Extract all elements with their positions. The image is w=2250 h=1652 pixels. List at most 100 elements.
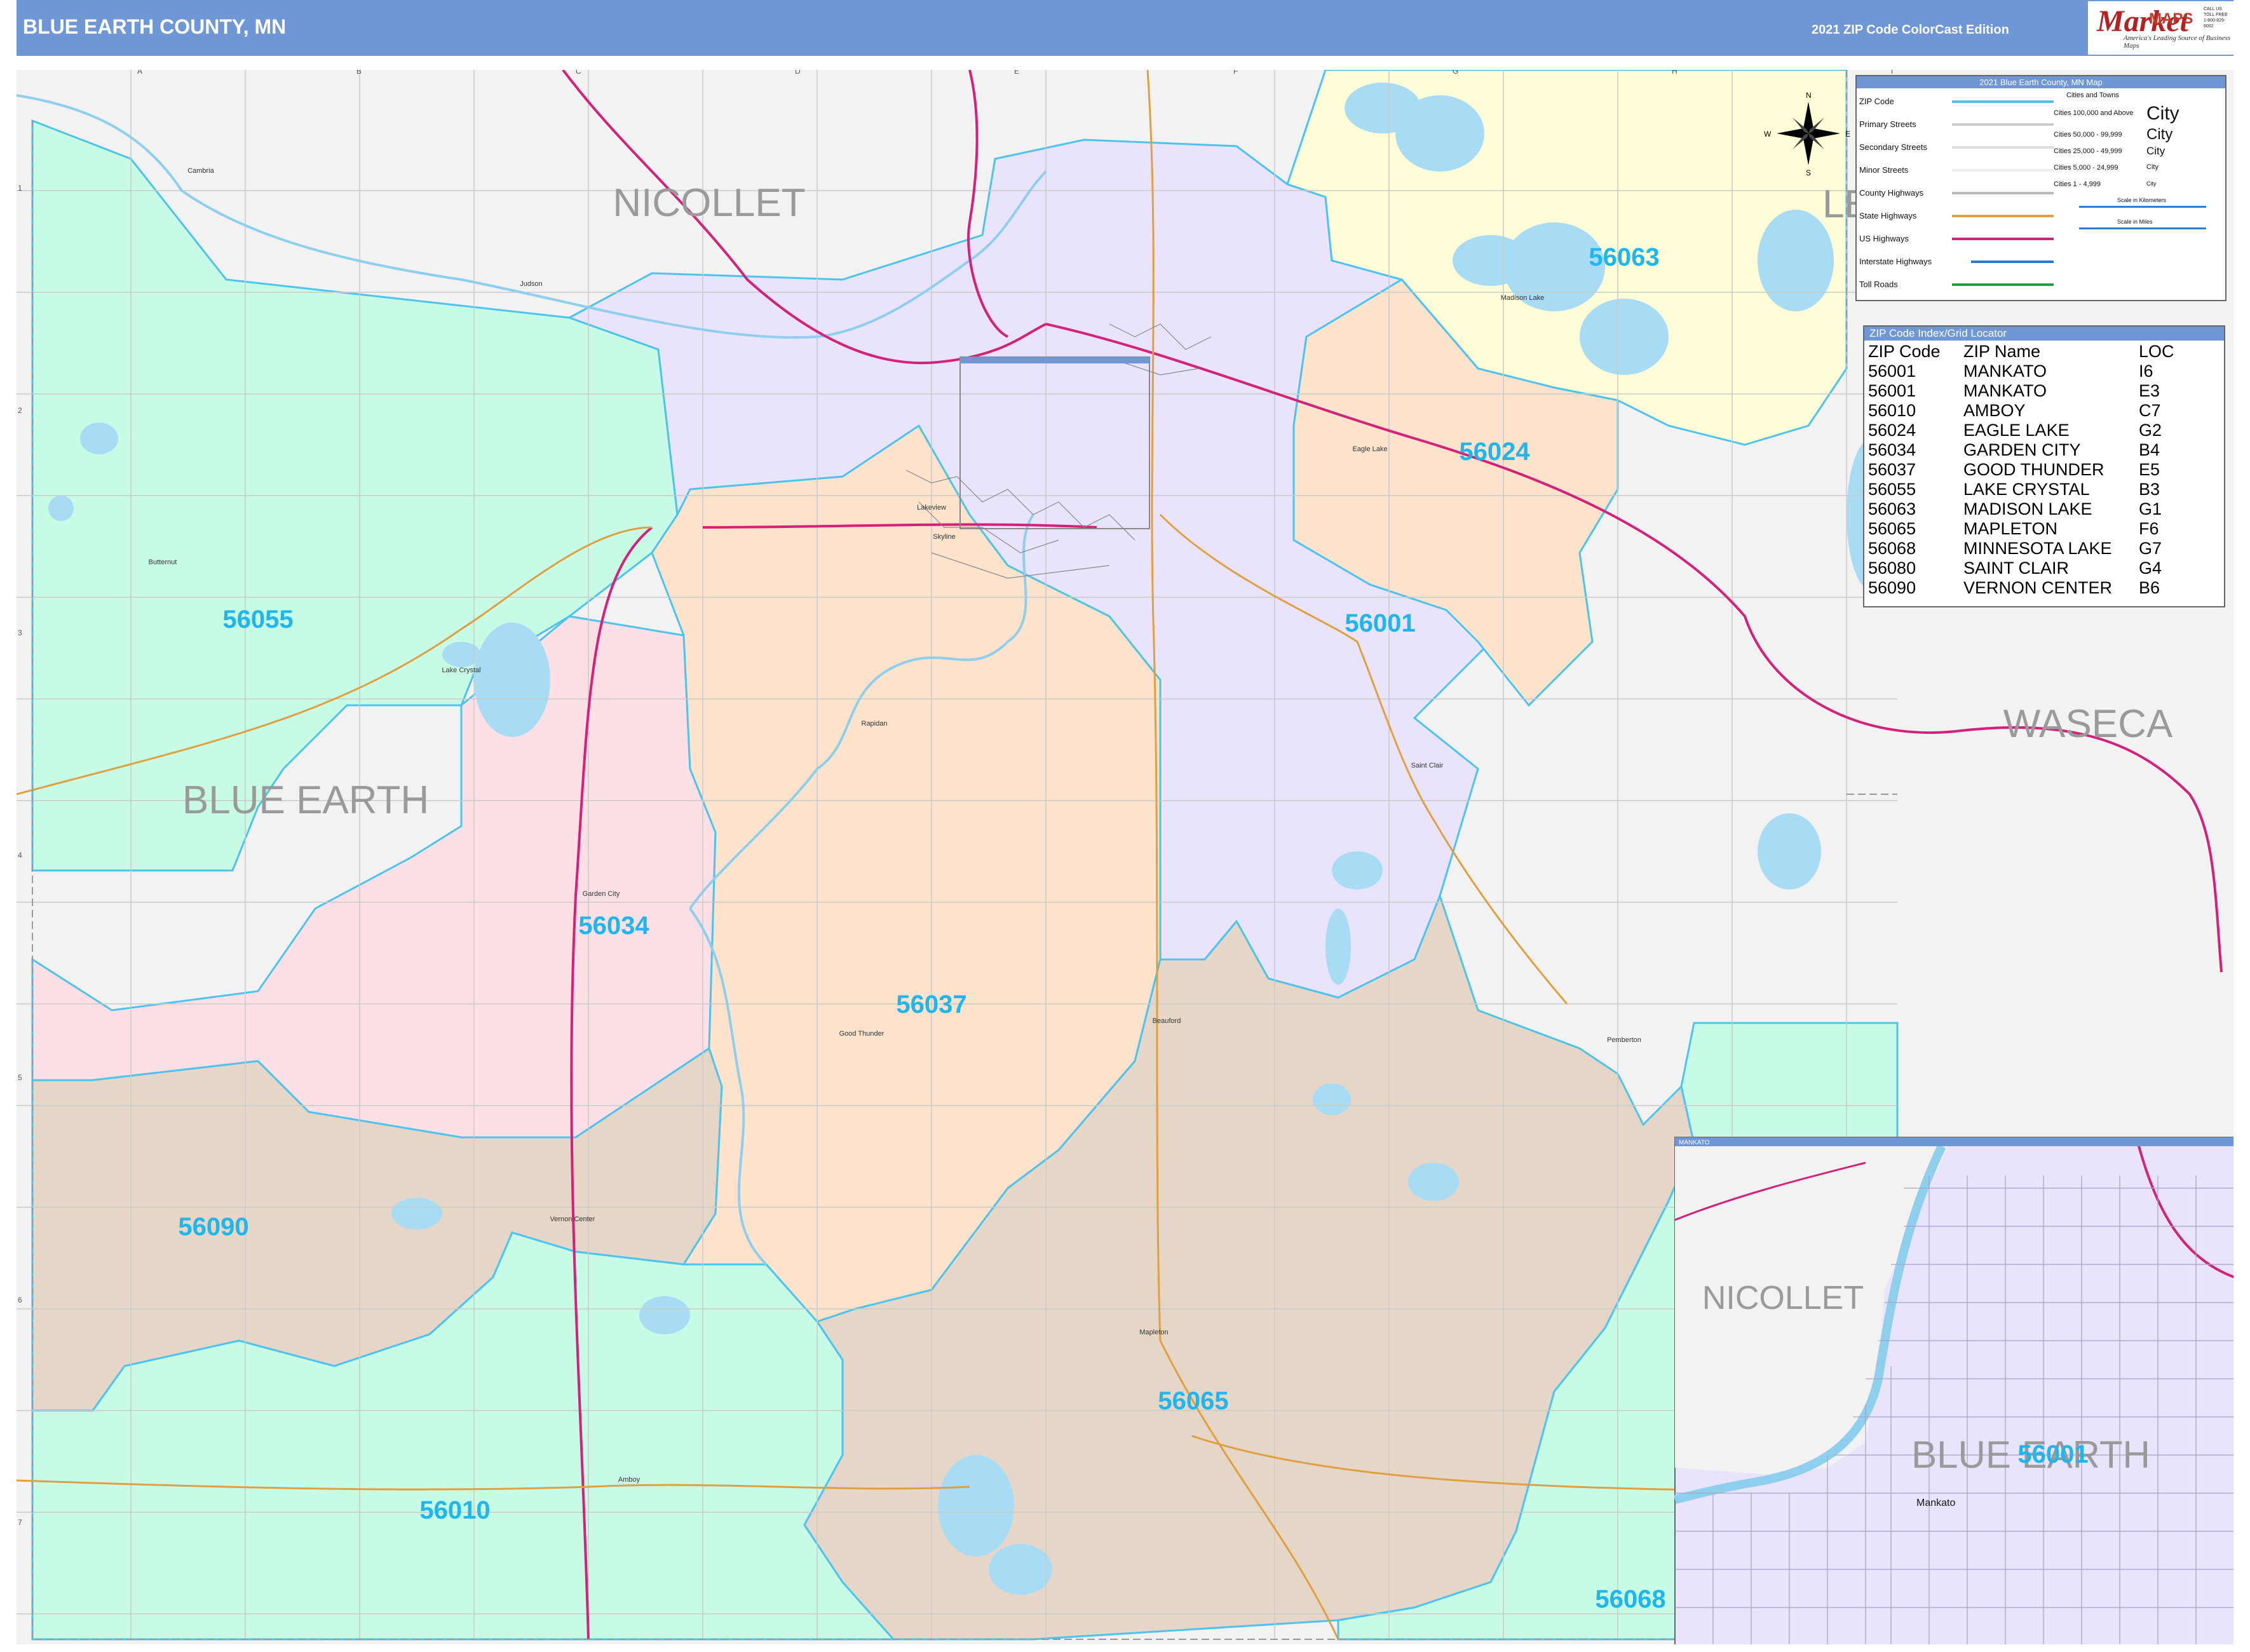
table-row[interactable]: 56065 MAPLETON F6	[1868, 519, 2174, 539]
town-skyline: Skyline	[933, 533, 955, 541]
table-row[interactable]: 56090 VERNON CENTER B6	[1868, 578, 2174, 598]
table-row[interactable]: 56037 GOOD THUNDER E5	[1868, 460, 2174, 480]
zip-label-56068: 56068	[1595, 1585, 1665, 1613]
county-label-nicollet: NICOLLET	[613, 181, 805, 225]
legend-toll-roads: Toll Roads	[1859, 280, 1898, 289]
legend-scale-km: Scale in Kilometers	[2117, 197, 2167, 203]
grid-col-a: A	[137, 70, 142, 76]
town-mapleton: Mapleton	[1139, 1329, 1168, 1336]
town-pemberton: Pemberton	[1607, 1036, 1641, 1044]
town-beauford: Beauford	[1153, 1017, 1181, 1025]
grid-row-2: 2	[18, 406, 22, 415]
zip-cell: 56065	[1868, 519, 1916, 538]
town-madison-lake: Madison Lake	[1501, 294, 1545, 302]
legend-city-size-4: Cities 5,000 - 24,999	[2054, 164, 2118, 172]
zip-name-cell: EAGLE LAKE	[1963, 421, 2070, 440]
town-saint-clair: Saint Clair	[1411, 762, 1444, 769]
zip-loc-cell: G2	[2139, 421, 2162, 440]
zip-label-56055: 56055	[222, 606, 293, 633]
legend-city-size-5: Cities 1 - 4,999	[2054, 180, 2101, 188]
town-good-thunder: Good Thunder	[839, 1030, 884, 1038]
zip-cell: 56037	[1868, 460, 1916, 479]
grid-col-g: G	[1453, 70, 1458, 76]
zip-cell: 56001	[1868, 362, 1916, 381]
table-row[interactable]: 56063 MADISON LAKE G1	[1868, 499, 2174, 519]
zip-label-56063: 56063	[1589, 243, 1659, 271]
zip-name-cell: GARDEN CITY	[1963, 440, 2081, 459]
zip-cell: 56080	[1868, 559, 1916, 578]
zip-cell: 56055	[1868, 480, 1916, 499]
zip-cell: 56068	[1868, 539, 1916, 558]
inset-locator-bar	[960, 357, 1149, 363]
grid-col-b: B	[356, 70, 362, 76]
zip-index-header-name: ZIP Name	[1963, 342, 2041, 361]
zip-loc-cell: G1	[2139, 499, 2162, 518]
map-legend: 2021 Blue Earth County, MN Map ZIP Code …	[1855, 75, 2226, 301]
zip-label-56065: 56065	[1158, 1387, 1228, 1415]
table-row[interactable]: 56055 LAKE CRYSTAL B3	[1868, 480, 2174, 499]
grid-col-h: H	[1672, 70, 1677, 76]
town-cambria: Cambria	[187, 167, 214, 175]
zip-name-cell: MANKATO	[1963, 362, 2047, 381]
zip-label-56024: 56024	[1459, 438, 1530, 466]
legend-city-size-3: Cities 25,000 - 49,999	[2054, 147, 2122, 155]
legend-primary-line	[1952, 123, 2054, 126]
legend-scale-mi: Scale in Miles	[2117, 219, 2153, 225]
legend-toll-line	[1952, 283, 2054, 286]
inset-county-nicollet: NICOLLET	[1702, 1280, 1864, 1317]
zip-loc-cell: E5	[2139, 460, 2160, 479]
market-maps-logo[interactable]: Market MAPS America's Leading Source of …	[2088, 1, 2233, 55]
grid-col-c: C	[576, 70, 581, 76]
grid-col-f: F	[1233, 70, 1238, 76]
inset-header	[1675, 1137, 2233, 1146]
legend-city-size-2: Cities 50,000 - 99,999	[2054, 131, 2122, 139]
zip-label-56090: 56090	[178, 1213, 248, 1241]
zip-loc-cell: C7	[2139, 401, 2161, 420]
legend-minor-streets: Minor Streets	[1859, 165, 1909, 175]
map-title: BLUE EARTH COUNTY, MN	[23, 15, 287, 38]
zip-index-header-zip: ZIP Code	[1868, 342, 1941, 361]
town-vernon-center: Vernon Center	[550, 1215, 595, 1223]
legend-us-line	[1952, 238, 2054, 240]
mankato-inset[interactable]: MANKATO NICOLLET BLUE EARTH 56001 Mankat…	[1674, 1137, 2233, 1644]
zip-cell: 56010	[1868, 401, 1916, 420]
inset-zip-56001: 56001	[2017, 1440, 2088, 1468]
zip-loc-cell: B4	[2139, 440, 2160, 459]
table-row[interactable]: 56068 MINNESOTA LAKE G7	[1868, 539, 2174, 559]
town-lakeview: Lakeview	[917, 504, 946, 511]
legend-zip-code: ZIP Code	[1859, 97, 1894, 106]
grid-row-5: 5	[18, 1073, 22, 1082]
zip-loc-cell: B6	[2139, 578, 2160, 597]
zip-cell: 56034	[1868, 440, 1916, 459]
county-label-waseca: WASECA	[2003, 702, 2173, 746]
zip-cell: 56090	[1868, 578, 1916, 597]
table-row[interactable]: 56024 EAGLE LAKE G2	[1868, 421, 2174, 440]
legend-city-sample-4: City	[2146, 163, 2159, 171]
zip-index-header-row: ZIP Code ZIP Name LOC	[1868, 342, 2174, 362]
zip-index-title: ZIP Code Index/Grid Locator	[1864, 327, 2224, 341]
table-row[interactable]: 56080 SAINT CLAIR G4	[1868, 559, 2174, 578]
zip-label-56010: 56010	[419, 1496, 490, 1524]
compass-w: W	[1764, 130, 1772, 139]
table-row[interactable]: 56001 MANKATO I6	[1868, 362, 2174, 381]
zip-loc-cell: G7	[2139, 539, 2162, 558]
legend-city-sample-1: City	[2146, 103, 2179, 124]
legend-us-highways: US Highways	[1859, 234, 1909, 243]
legend-county-line	[1952, 192, 2054, 194]
compass-n: N	[1806, 91, 1812, 100]
legend-secondary-streets: Secondary Streets	[1859, 142, 1927, 152]
county-map[interactable]: NICOLLET LE WASECA BLUE EARTH 56063 5602…	[17, 70, 2233, 1644]
legend-minor-line	[1952, 169, 2054, 172]
table-row[interactable]: 56001 MANKATO E3	[1868, 381, 2174, 401]
zip-label-56001: 56001	[1345, 609, 1415, 637]
legend-scale-km-bar	[2079, 206, 2206, 208]
logo-contact: CALL US TOLL FREE 1-800-829-6002	[2204, 7, 2228, 29]
zip-name-cell: SAINT CLAIR	[1963, 559, 2070, 578]
table-row[interactable]: 56010 AMBOY C7	[1868, 401, 2174, 421]
zip-name-cell: MINNESOTA LAKE	[1963, 539, 2112, 558]
zip-index-header-loc: LOC	[2139, 342, 2174, 361]
legend-county-highways: County Highways	[1859, 188, 1924, 198]
legend-city-sample-3: City	[2146, 145, 2165, 157]
grid-row-6: 6	[18, 1296, 22, 1304]
table-row[interactable]: 56034 GARDEN CITY B4	[1868, 440, 2174, 460]
